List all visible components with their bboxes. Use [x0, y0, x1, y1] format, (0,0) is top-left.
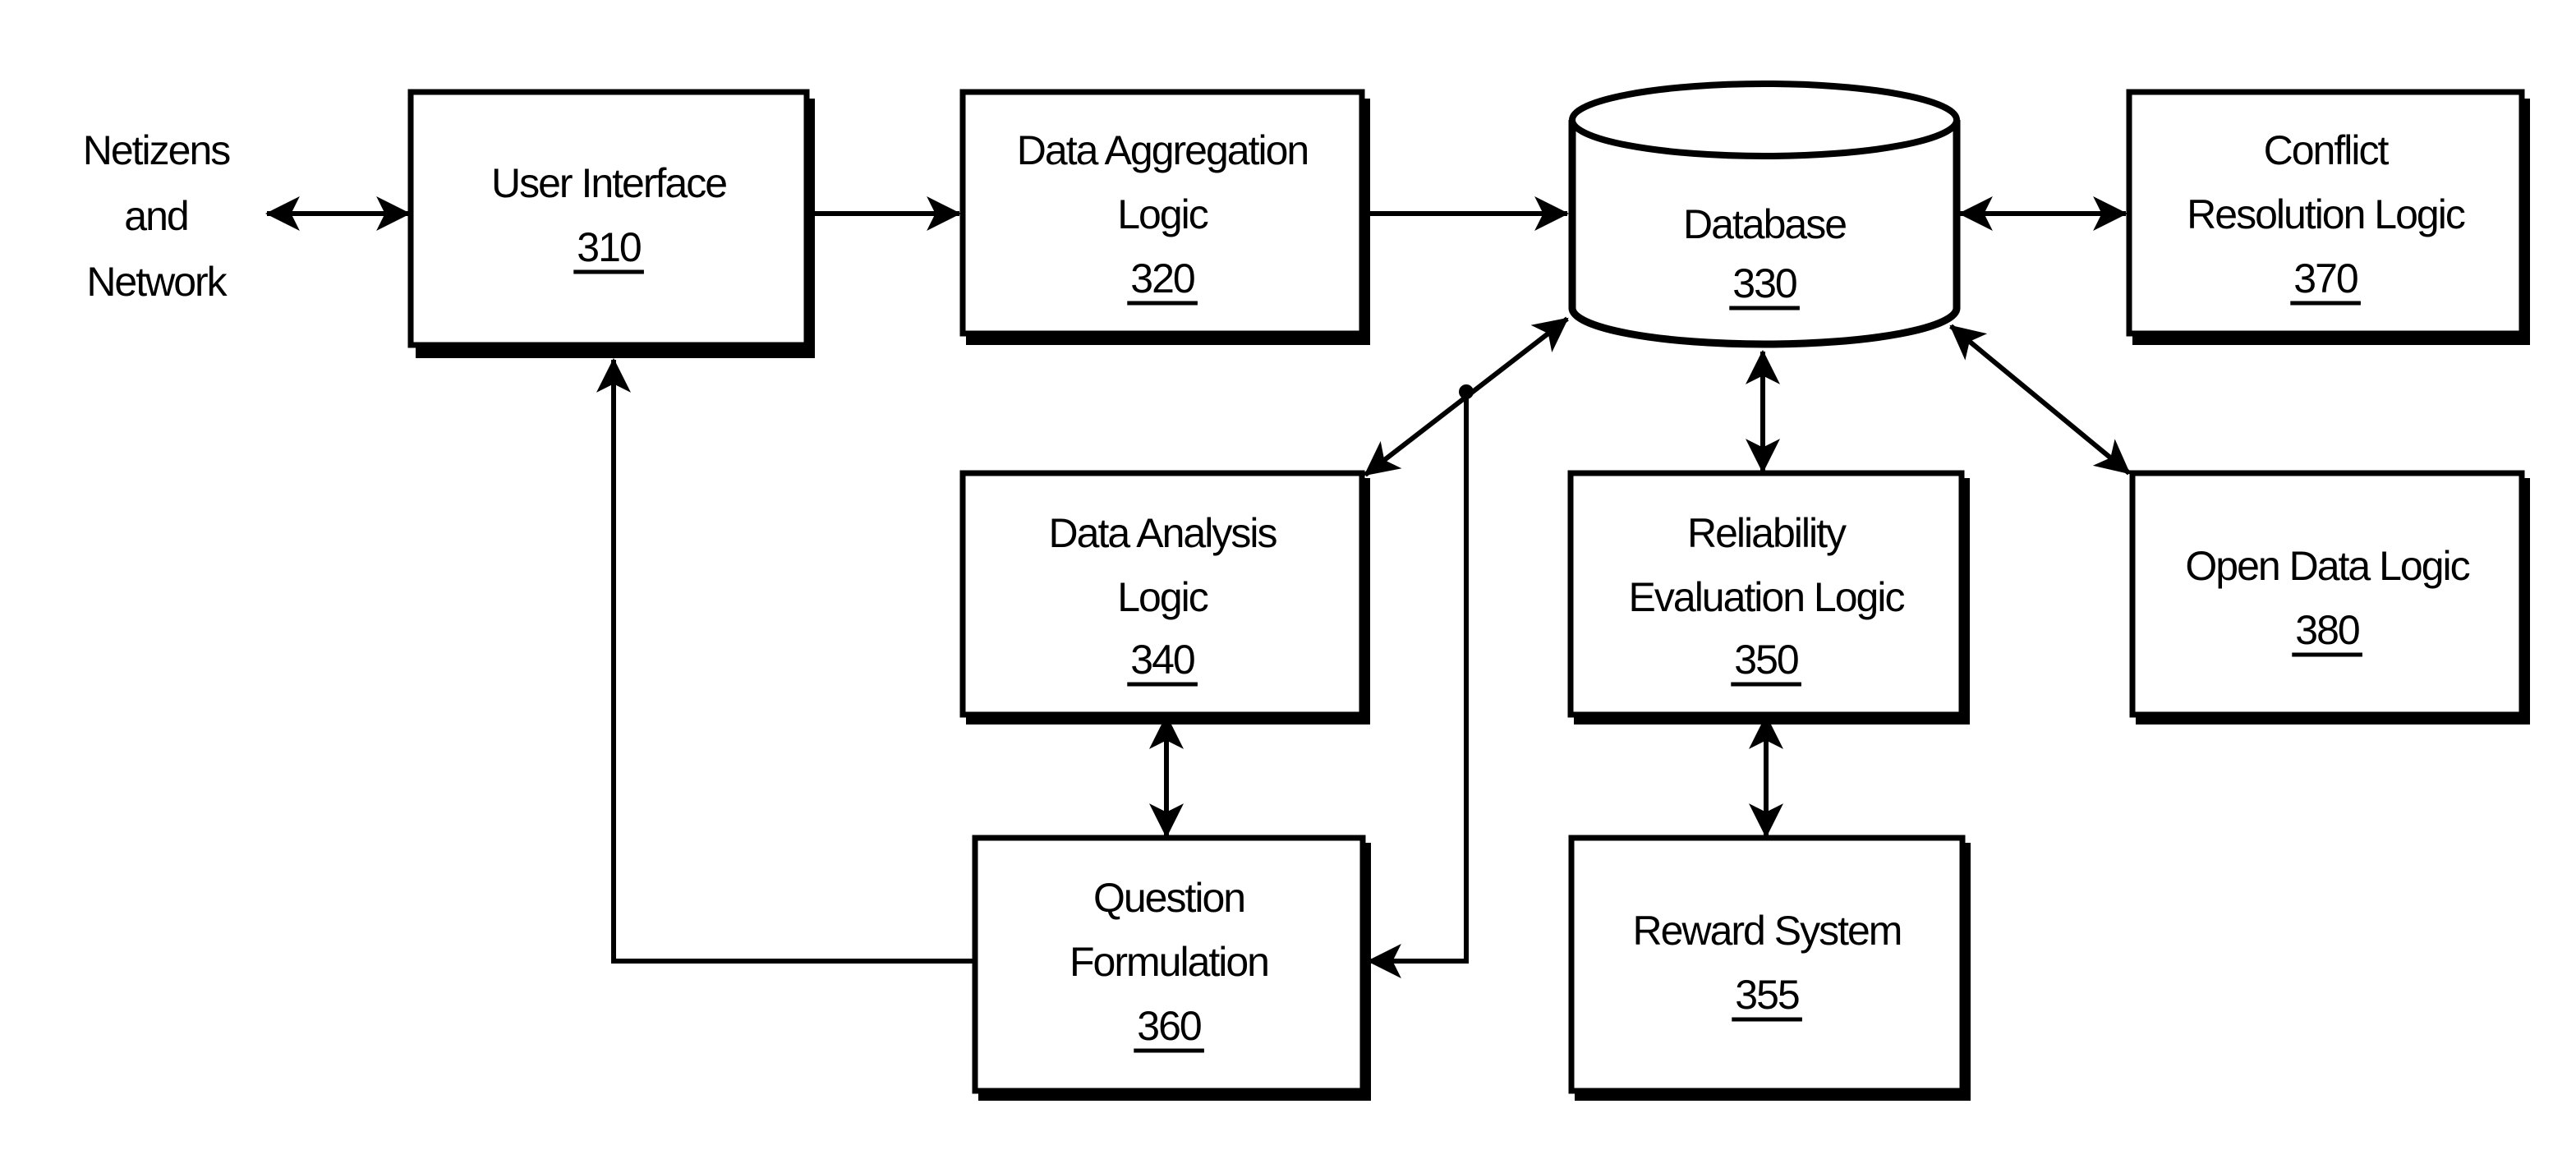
node-label: Reward System — [1633, 908, 1902, 954]
node-label: Database — [1683, 201, 1846, 247]
node-ref: 360 — [1137, 1003, 1201, 1049]
node-label: Open Data Logic — [2185, 543, 2469, 589]
node-ref: 380 — [2295, 607, 2359, 653]
node-conflict-resolution: Conflict Resolution Logic 370 — [2126, 89, 2530, 345]
node-label-line-2: Formulation — [1070, 939, 1268, 985]
node-ref: 340 — [1130, 637, 1194, 683]
edge-question-ui — [596, 357, 975, 964]
node-label-line-2: Logic — [1117, 574, 1208, 620]
node-question-formulation: Question Formulation 360 — [972, 835, 1371, 1101]
node-label-line-1: Data Analysis — [1049, 510, 1277, 556]
node-reliability-evaluation: Reliability Evaluation Logic 350 — [1567, 470, 1970, 724]
edge-database-question — [1366, 392, 1469, 978]
node-ref: 350 — [1734, 637, 1798, 683]
node-ref: 320 — [1130, 255, 1194, 301]
node-label-line-2: Logic — [1117, 191, 1208, 237]
netizens-line-3: Network — [86, 259, 228, 305]
system-diagram: Netizens and Network User Interface 310 … — [83, 80, 2530, 1101]
node-ref: 330 — [1732, 260, 1796, 306]
node-label: User Interface — [491, 160, 726, 206]
node-ref: 310 — [577, 224, 641, 270]
netizens-line-1: Netizens — [83, 127, 231, 173]
node-ref: 370 — [2293, 255, 2358, 301]
node-label-line-1: Question — [1093, 875, 1244, 921]
node-label-line-2: Evaluation Logic — [1629, 574, 1905, 620]
node-open-data: Open Data Logic 380 — [2129, 470, 2530, 724]
node-label-line-2: Resolution Logic — [2187, 191, 2465, 237]
node-data-aggregation: Data Aggregation Logic 320 — [959, 89, 1370, 345]
node-user-interface: User Interface 310 — [407, 89, 815, 358]
edge-database-opendata — [1949, 324, 2131, 476]
node-label-line-1: Data Aggregation — [1017, 127, 1308, 173]
node-label-line-1: Reliability — [1687, 510, 1847, 556]
netizens-label: Netizens and Network — [83, 127, 232, 305]
node-database: Database 330 — [1568, 80, 1961, 348]
node-label-line-1: Conflict — [2264, 127, 2390, 173]
node-data-analysis: Data Analysis Logic 340 — [959, 470, 1370, 724]
netizens-line-2: and — [124, 193, 187, 239]
node-reward-system: Reward System 355 — [1568, 835, 1971, 1101]
node-ref: 355 — [1735, 972, 1799, 1018]
